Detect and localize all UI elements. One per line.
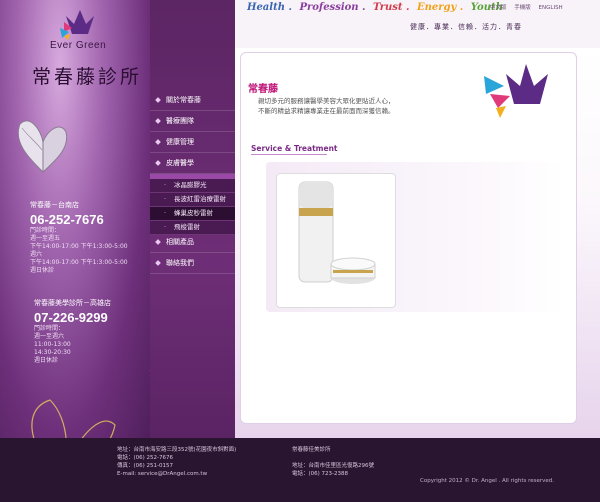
lang-link-english[interactable]: ENGLISH bbox=[539, 5, 563, 11]
branch-phone[interactable]: 07-226-9299 bbox=[34, 310, 144, 325]
slogan-word: Profession . bbox=[299, 2, 366, 13]
nav-item-contact[interactable]: 聯絡我們 bbox=[150, 253, 235, 274]
slogan-word: Trust . bbox=[373, 2, 410, 13]
intro-line: 親切多元的服務讓醫學美容大眾化更貼近人心， bbox=[258, 97, 395, 105]
section-underline bbox=[251, 154, 327, 155]
nav-item-health[interactable]: 健康管理 bbox=[150, 132, 235, 153]
footer-line: 地址：台南市佳里區光復路296號 bbox=[292, 463, 374, 469]
clinic-name: 常春藤診所 bbox=[32, 66, 143, 88]
footer-title: 常春藤佳美診所 bbox=[292, 447, 331, 453]
submenu-item[interactable]: 冰晶膨膠光 bbox=[150, 179, 235, 193]
footer-contact-tainan: 地址：台南市海安路三段352號(花園夜市斜對面) 電話：(06) 252-767… bbox=[117, 446, 236, 478]
slogan-word: Energy . bbox=[416, 2, 464, 13]
hours-line: 週日休診 bbox=[30, 267, 55, 274]
cosmetic-bottle-icon bbox=[298, 181, 376, 284]
butterfly-icon bbox=[17, 120, 68, 174]
slogan-word: Health . bbox=[247, 2, 292, 13]
slogan: Health . Profession . Trust . Energy . Y… bbox=[247, 2, 507, 13]
hours-line: 下午14:00-17:00 下午1:3:00-5:00 bbox=[30, 243, 128, 250]
submenu-item[interactable]: 長波紅雷治療雷射 bbox=[150, 193, 235, 207]
lang-link-mobile[interactable]: 手機版 bbox=[514, 5, 531, 11]
page: Ever Green 常春藤診所 常春藤－台南店 06-252-7676 門診時… bbox=[0, 0, 600, 502]
nav-item-about[interactable]: 關於常春藤 bbox=[150, 90, 235, 111]
section-title: Service & Treatment bbox=[251, 144, 338, 153]
branch-tainan: 常春藤－台南店 06-252-7676 門診時間： 週一至週五 下午14:00-… bbox=[30, 200, 140, 275]
hours-line: 下午14:00-17:00 下午1:3:00-5:00 bbox=[30, 259, 128, 266]
footer-line: 電話：(06) 252-7676 bbox=[117, 455, 174, 461]
copyright: Copyright 2012 © Dr. Angel . All rights … bbox=[420, 478, 555, 484]
hours-label: 門診時間： bbox=[30, 227, 61, 234]
lang-link-chinese[interactable]: 中文版 bbox=[490, 5, 507, 11]
language-switch: 中文版 手機版 ENGLISH bbox=[490, 3, 569, 11]
nav-item-products[interactable]: 相關產品 bbox=[150, 232, 235, 253]
nav-item-team[interactable]: 醫療團隊 bbox=[150, 111, 235, 132]
footer-email-link[interactable]: E-mail: service@DrAngel.com.tw bbox=[117, 470, 236, 478]
motto: 健康．專業．信賴．活力．青春 bbox=[410, 23, 522, 31]
footer-contact-second: 常春藤佳美診所 地址：台南市佳里區光復路296號 電話：(06) 723-238… bbox=[292, 446, 374, 478]
page-title: 常春藤 bbox=[248, 84, 278, 95]
hours-line: 週一至週五 bbox=[30, 235, 61, 242]
branch-phone[interactable]: 06-252-7676 bbox=[30, 212, 140, 227]
submenu-item-selected[interactable]: 蜂巢皮秒雷射 bbox=[150, 207, 235, 221]
product-image[interactable] bbox=[276, 173, 396, 308]
hours-line: 週六 bbox=[30, 251, 43, 258]
logo-text: Ever Green bbox=[50, 40, 107, 51]
footer-line: 地址：台南市海安路三段352號(花園夜市斜對面) bbox=[117, 447, 237, 453]
nav-item-skin[interactable]: 皮膚醫學 bbox=[150, 153, 235, 174]
footer-line: 電話：(06) 723-2388 bbox=[292, 471, 349, 477]
branch-name: 常春藤－台南店 bbox=[30, 201, 79, 209]
branch-name: 常春藤美學診所－高雄店 bbox=[34, 299, 111, 307]
intro-text: 親切多元的服務讓醫學美容大眾化更貼近人心， 不斷的精益求精讓專業走在最前面而深獲… bbox=[258, 96, 458, 116]
large-logo-icon bbox=[484, 64, 548, 118]
footer-line: 傳真：(06) 251-0157 bbox=[117, 463, 174, 469]
laser-submenu: 冰晶膨膠光 長波紅雷治療雷射 蜂巢皮秒雷射 飛梭雷射 bbox=[150, 179, 235, 235]
intro-line: 不斷的精益求精讓專業走在最前面而深獲信賴。 bbox=[258, 107, 395, 115]
main-nav-lower: 相關產品 聯絡我們 bbox=[150, 232, 235, 274]
